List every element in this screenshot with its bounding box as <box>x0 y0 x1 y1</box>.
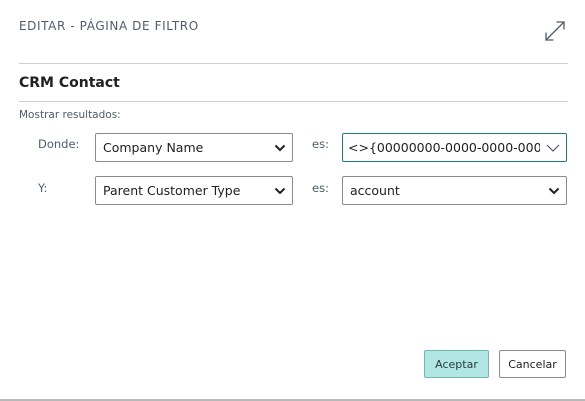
filter-row-2-field-value: Parent Customer Type <box>103 183 241 198</box>
expand-icon <box>545 21 565 41</box>
dialog-title: EDITAR - PÁGINA DE FILTRO <box>19 19 199 33</box>
filter-row-1-prefix: Donde: <box>38 137 80 151</box>
section-divider <box>19 101 568 102</box>
chevron-down-icon <box>268 134 292 161</box>
filter-row-1-operator: es: <box>312 137 329 151</box>
filter-row-1-value-text: <>{00000000-0000-0000-0000-000000000000} <box>348 140 540 155</box>
filter-row-2-operator: es: <box>312 181 329 195</box>
filter-row-2-field-select[interactable]: Parent Customer Type <box>95 176 293 205</box>
filter-row-1-field-value: Company Name <box>103 140 204 155</box>
cancel-button[interactable]: Cancelar <box>499 350 566 378</box>
accept-button[interactable]: Aceptar <box>424 350 489 378</box>
filter-row-2-value-select[interactable]: account <box>342 176 567 205</box>
chevron-down-icon[interactable] <box>540 134 566 161</box>
show-results-label: Mostrar resultados: <box>19 109 121 121</box>
chevron-down-icon <box>268 177 292 204</box>
filter-row-1-field-select[interactable]: Company Name <box>95 133 293 162</box>
header-divider <box>19 63 568 64</box>
expand-button[interactable] <box>540 16 570 46</box>
chevron-down-icon <box>542 177 566 204</box>
entity-title: CRM Contact <box>19 75 120 91</box>
filter-row-2-prefix: Y: <box>38 181 48 195</box>
filter-row-2-value-text: account <box>350 183 400 198</box>
filter-row-1-value-input[interactable]: <>{00000000-0000-0000-0000-000000000000} <box>342 133 567 162</box>
filter-dialog: EDITAR - PÁGINA DE FILTRO CRM Contact Mo… <box>0 0 585 401</box>
